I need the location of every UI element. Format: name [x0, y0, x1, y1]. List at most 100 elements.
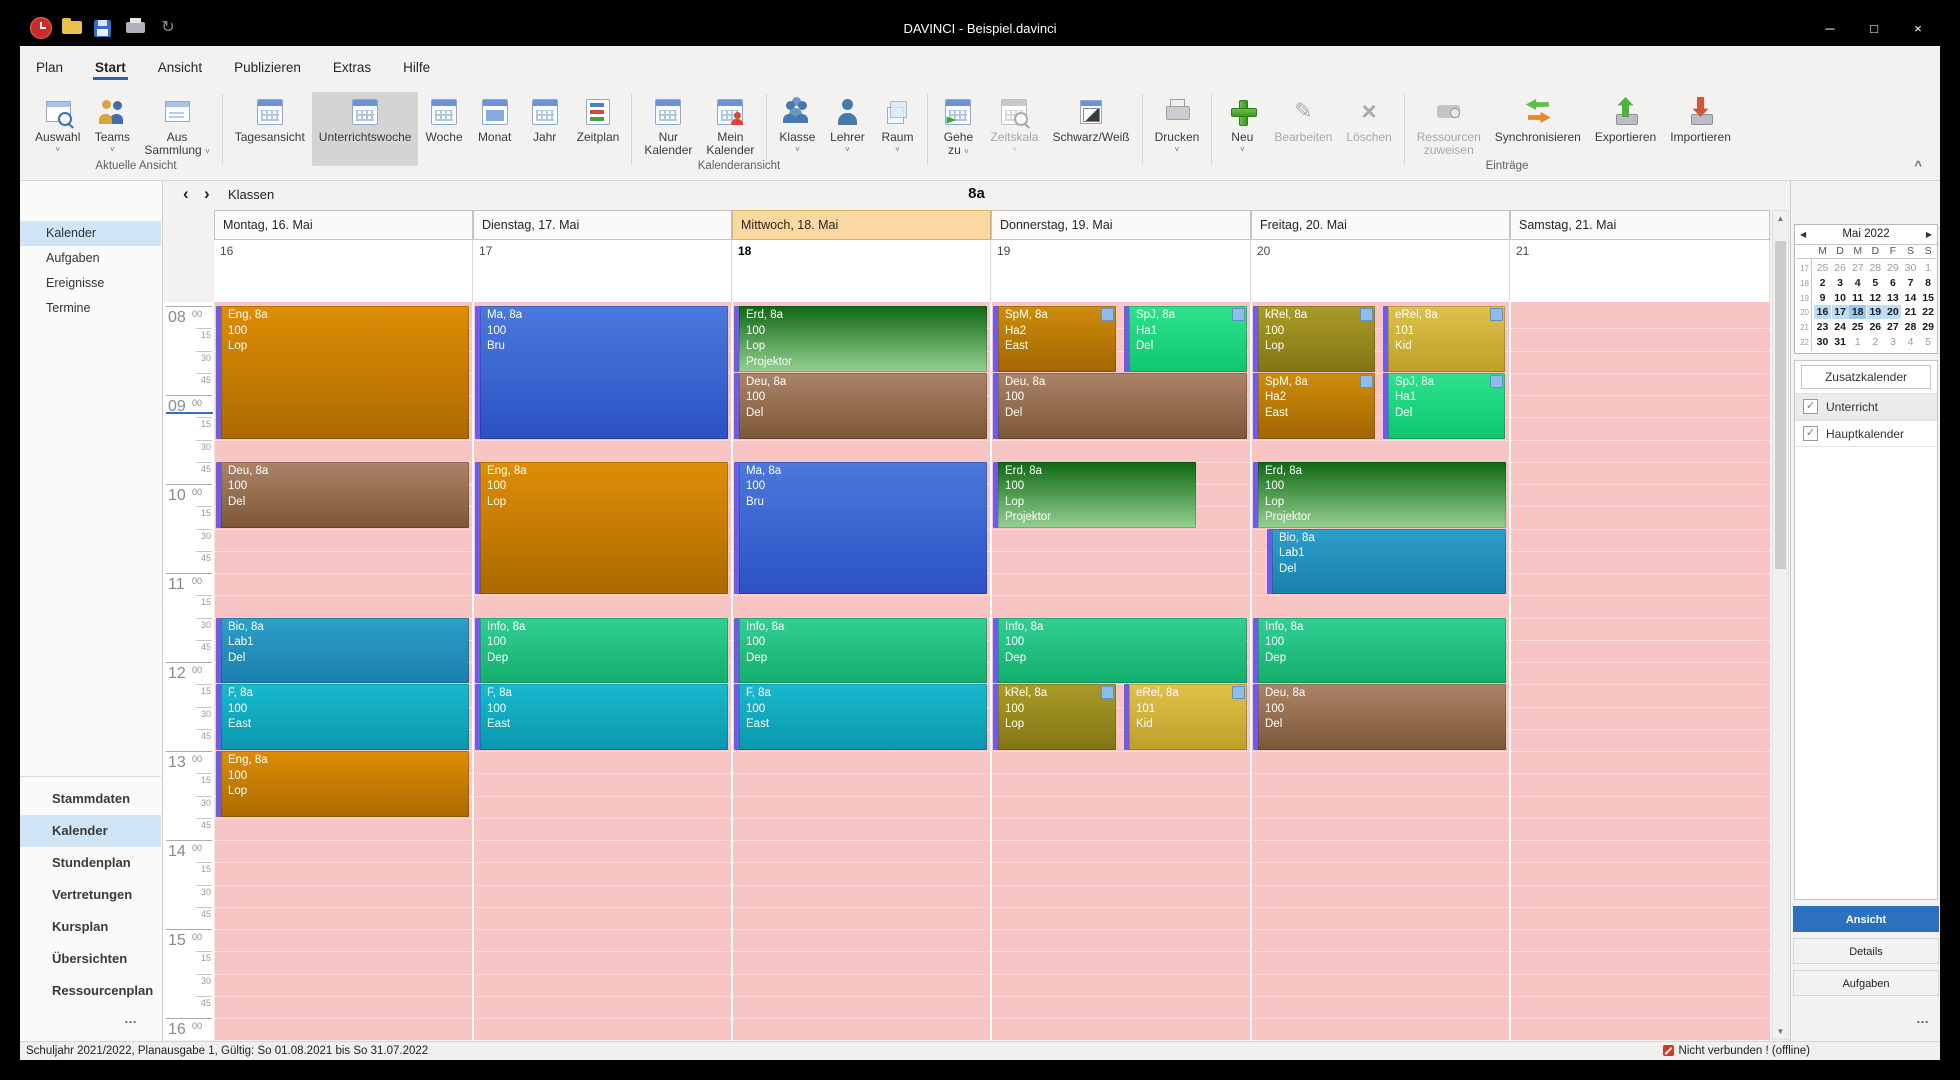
sidebar-module-ressourcenplan[interactable]: Ressourcenplan — [20, 975, 161, 1007]
mini-cal-day-4[interactable]: 4 — [1849, 276, 1866, 290]
all-day-cell-20[interactable]: 20 — [1251, 240, 1510, 302]
event-deu[interactable]: Deu, 8a100Del — [734, 373, 987, 439]
mini-cal-day-10[interactable]: 10 — [1832, 291, 1849, 305]
all-day-cell-19[interactable]: 19 — [991, 240, 1251, 302]
sidebar-item-ereignisse[interactable]: Ereignisse — [20, 271, 161, 296]
event-erel[interactable]: eRel, 8a101Kid — [1383, 306, 1505, 372]
mini-cal-day-2[interactable]: 2 — [1814, 276, 1831, 290]
mini-cal-day-3[interactable]: 3 — [1832, 276, 1849, 290]
sidebar-item-kalender[interactable]: Kalender — [20, 221, 161, 246]
event-f[interactable]: F, 8a100East — [216, 684, 469, 750]
mini-cal-day-4[interactable]: 4 — [1902, 335, 1919, 349]
ribbon-button-monat[interactable]: Monat — [470, 92, 520, 166]
mini-cal-day-27[interactable]: 27 — [1849, 261, 1866, 275]
ribbon-button-importieren[interactable]: Importieren — [1663, 92, 1738, 166]
all-day-cell-17[interactable]: 17 — [473, 240, 732, 302]
day-header-17[interactable]: Dienstag, 17. Mai — [473, 210, 732, 240]
ribbon-collapse-icon[interactable]: ^ — [1914, 158, 1922, 173]
event-erd[interactable]: Erd, 8a100LopProjektor — [1253, 462, 1506, 528]
mini-cal-day-15[interactable]: 15 — [1920, 291, 1937, 305]
sidebar-module-vertretungen[interactable]: Vertretungen — [20, 879, 161, 911]
event-spm[interactable]: SpM, 8aHa2East — [1253, 373, 1375, 439]
checkbox-icon[interactable]: ✓ — [1803, 426, 1818, 441]
close-button[interactable]: × — [1896, 12, 1940, 46]
mini-cal-day-22[interactable]: 22 — [1920, 305, 1937, 319]
day-header-20[interactable]: Freitag, 20. Mai — [1251, 210, 1510, 240]
event-deu[interactable]: Deu, 8a100Del — [993, 373, 1247, 439]
event-info[interactable]: Info, 8a100Dep — [993, 618, 1247, 684]
mini-cal-day-23[interactable]: 23 — [1814, 320, 1831, 334]
ribbon-button-schwarz-weiß[interactable]: Schwarz/Weiß — [1045, 92, 1136, 166]
ribbon-button-zeitplan[interactable]: Zeitplan — [570, 92, 627, 166]
all-day-cell-18[interactable]: 18 — [732, 240, 991, 302]
mini-cal-day-27[interactable]: 27 — [1884, 320, 1901, 334]
event-bio[interactable]: Bio, 8aLab1Del — [216, 618, 469, 684]
mini-cal-day-21[interactable]: 21 — [1902, 305, 1919, 319]
scrollbar-thumb[interactable] — [1775, 241, 1786, 569]
mini-cal-day-12[interactable]: 12 — [1867, 291, 1884, 305]
ribbon-button-teams[interactable]: Teams˅ — [87, 92, 137, 166]
sidebar-module-kalender[interactable]: Kalender — [20, 815, 161, 847]
mini-cal-day-17[interactable]: 17 — [1832, 305, 1849, 319]
ribbon-button-synchronisieren[interactable]: Synchronisieren — [1488, 92, 1588, 166]
ribbon-button-neu[interactable]: Neu˅ — [1217, 92, 1267, 166]
mini-cal-day-5[interactable]: 5 — [1920, 335, 1937, 349]
mini-cal-day-29[interactable]: 29 — [1884, 261, 1901, 275]
ribbon-button-lehrer[interactable]: Lehrer˅ — [822, 92, 872, 166]
mini-cal-day-13[interactable]: 13 — [1884, 291, 1901, 305]
sidebar-module-stundenplan[interactable]: Stundenplan — [20, 847, 161, 879]
event-info[interactable]: Info, 8a100Dep — [1253, 618, 1506, 684]
ribbon-button-auswahl[interactable]: Auswahl˅ — [28, 92, 87, 166]
menu-hilfe[interactable]: Hilfe — [401, 46, 432, 85]
day-header-16[interactable]: Montag, 16. Mai — [214, 210, 473, 240]
mini-cal-day-14[interactable]: 14 — [1902, 291, 1919, 305]
event-deu[interactable]: Deu, 8a100Del — [1253, 684, 1506, 750]
menu-extras[interactable]: Extras — [331, 46, 373, 85]
sidebar-module-übersichten[interactable]: Übersichten — [20, 943, 161, 975]
ribbon-button-mein[interactable]: MeinKalender — [699, 92, 761, 166]
mini-cal-day-28[interactable]: 28 — [1902, 320, 1919, 334]
ribbon-button-unterrichtswoche[interactable]: Unterrichtswoche — [312, 92, 419, 166]
mini-cal-day-6[interactable]: 6 — [1884, 276, 1901, 290]
sidebar-item-aufgaben[interactable]: Aufgaben — [20, 246, 161, 271]
mini-cal-day-1[interactable]: 1 — [1849, 335, 1866, 349]
event-info[interactable]: Info, 8a100Dep — [734, 618, 987, 684]
mini-cal-day-11[interactable]: 11 — [1849, 291, 1866, 305]
ribbon-button-jahr[interactable]: Jahr — [520, 92, 570, 166]
event-f[interactable]: F, 8a100East — [734, 684, 987, 750]
mini-cal-day-30[interactable]: 30 — [1814, 335, 1831, 349]
maximize-button[interactable]: □ — [1852, 12, 1896, 46]
mini-cal-day-3[interactable]: 3 — [1884, 335, 1901, 349]
event-erd[interactable]: Erd, 8a100LopProjektor — [993, 462, 1196, 528]
mini-cal-day-25[interactable]: 25 — [1849, 320, 1866, 334]
panel-nav-details[interactable]: Details — [1793, 938, 1939, 964]
event-eng[interactable]: Eng, 8a100Lop — [216, 751, 469, 817]
mini-cal-day-8[interactable]: 8 — [1920, 276, 1937, 290]
mini-cal-day-16[interactable]: 16 — [1814, 305, 1831, 319]
sidebar-module-kursplan[interactable]: Kursplan — [20, 911, 161, 943]
ribbon-button-drucken[interactable]: Drucken˅ — [1148, 92, 1207, 166]
additional-calendar-row-hauptkalender[interactable]: ✓Hauptkalender — [1795, 420, 1937, 447]
mini-cal-day-20[interactable]: 20 — [1884, 305, 1901, 319]
checkbox-icon[interactable]: ✓ — [1803, 399, 1818, 414]
mini-cal-day-9[interactable]: 9 — [1814, 291, 1831, 305]
day-header-18[interactable]: Mittwoch, 18. Mai — [732, 210, 991, 240]
event-spj[interactable]: SpJ, 8aHa1Del — [1383, 373, 1505, 439]
event-spm[interactable]: SpM, 8aHa2East — [993, 306, 1116, 372]
right-panel-more-button[interactable]: … — [1916, 1011, 1929, 1026]
ribbon-button-exportieren[interactable]: Exportieren — [1588, 92, 1663, 166]
mini-cal-day-19[interactable]: 19 — [1867, 305, 1884, 319]
calendar-grid[interactable]: 0800153045090015304510001530451100153045… — [163, 302, 1770, 1040]
sidebar-module-stammdaten[interactable]: Stammdaten — [20, 783, 161, 815]
menu-ansicht[interactable]: Ansicht — [156, 46, 204, 85]
mini-cal-day-2[interactable]: 2 — [1867, 335, 1884, 349]
mini-cal-day-26[interactable]: 26 — [1832, 261, 1849, 275]
sidebar-more-button[interactable]: … — [124, 1011, 137, 1026]
event-erel[interactable]: eRel, 8a101Kid — [1124, 684, 1247, 750]
ribbon-button-aus[interactable]: AusSammlung ˅ — [137, 92, 216, 166]
scroll-down-icon[interactable]: ▼ — [1773, 1027, 1788, 1036]
day-header-21[interactable]: Samstag, 21. Mai — [1510, 210, 1770, 240]
mini-cal-day-7[interactable]: 7 — [1902, 276, 1919, 290]
sidebar-item-termine[interactable]: Termine — [20, 296, 161, 321]
all-day-cell-16[interactable]: 16 — [214, 240, 473, 302]
